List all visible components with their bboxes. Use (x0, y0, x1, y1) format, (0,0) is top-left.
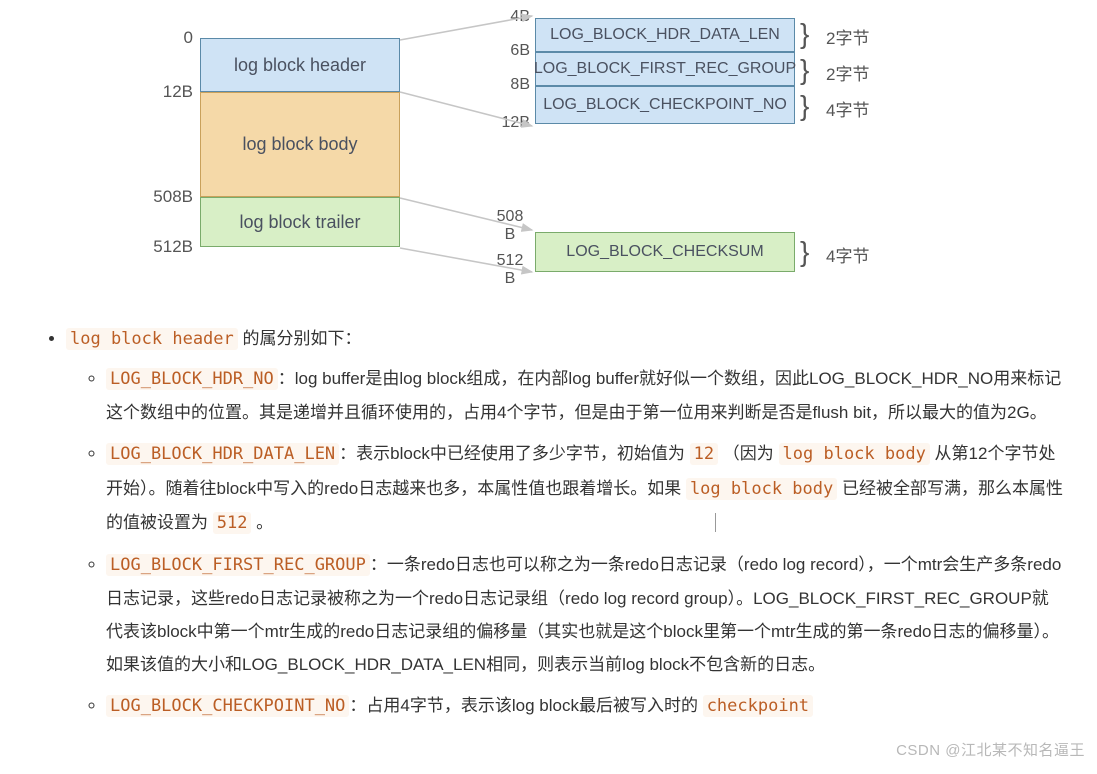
hdr-field-data-len: LOG_BLOCK_HDR_DATA_LEN (535, 18, 795, 52)
text-span: 。 (251, 513, 273, 532)
inline-code: 12 (690, 443, 718, 465)
trl-offset-508b: 508 B (490, 208, 530, 244)
inline-code: checkpoint (703, 695, 813, 717)
trl-size-0: 4字节 (826, 242, 869, 267)
item-code: LOG_BLOCK_HDR_DATA_LEN (106, 443, 339, 465)
brace-icon: } (800, 56, 809, 84)
hdr-size-0: 2字节 (826, 24, 869, 49)
content-body: log block header 的属分别如下： LOG_BLOCK_HDR_N… (46, 322, 1065, 732)
list-item: LOG_BLOCK_FIRST_REC_GROUP：一条redo日志也可以称之为… (106, 548, 1065, 682)
text-span: ：表示block中已经使用了多少字节，初始值为 (339, 444, 689, 463)
left-offset-508b: 508B (133, 187, 193, 207)
watermark-text: CSDN @江北某不知名逼王 (896, 739, 1085, 760)
brace-icon: } (800, 238, 809, 266)
brace-icon: } (800, 20, 809, 48)
sub-list: LOG_BLOCK_HDR_NO：log buffer是由log block组成… (66, 362, 1065, 723)
intro-code: log block header (66, 328, 238, 350)
inline-code: log block body (779, 443, 930, 465)
left-block-body: log block body (200, 92, 400, 197)
left-offset-12b: 12B (133, 82, 193, 102)
hdr-offset-4b: 4B (480, 8, 530, 26)
hdr-offset-6b: 6B (480, 42, 530, 60)
text-span: ：占用4字节，表示该log block最后被写入时的 (349, 696, 702, 715)
text-span: （因为 (718, 444, 778, 463)
trl-offset-512b: 512 B (490, 252, 530, 288)
left-block-header: log block header (200, 38, 400, 92)
left-offset-0: 0 (133, 28, 193, 48)
hdr-size-1: 2字节 (826, 60, 869, 85)
hdr-offset-12b: 12B (480, 114, 530, 132)
text-cursor-caret (715, 513, 716, 532)
hdr-field-first-rec-group: LOG_BLOCK_FIRST_REC_GROUP (535, 52, 795, 86)
trl-field-checksum: LOG_BLOCK_CHECKSUM (535, 232, 795, 272)
item-code: LOG_BLOCK_FIRST_REC_GROUP (106, 554, 370, 576)
left-block-trailer: log block trailer (200, 197, 400, 247)
hdr-field-checkpoint-no: LOG_BLOCK_CHECKPOINT_NO (535, 86, 795, 124)
list-item: LOG_BLOCK_CHECKPOINT_NO：占用4字节，表示该log blo… (106, 689, 1065, 723)
hdr-offset-8b: 8B (480, 76, 530, 94)
list-item: LOG_BLOCK_HDR_NO：log buffer是由log block组成… (106, 362, 1065, 429)
inline-code: log block body (686, 478, 837, 500)
log-block-diagram: 0 12B 508B 512B log block header log blo… (0, 0, 1097, 300)
item-code: LOG_BLOCK_HDR_NO (106, 368, 278, 390)
item-code: LOG_BLOCK_CHECKPOINT_NO (106, 695, 349, 717)
intro-line: log block header 的属分别如下： LOG_BLOCK_HDR_N… (66, 322, 1065, 724)
list-item: LOG_BLOCK_HDR_DATA_LEN：表示block中已经使用了多少字节… (106, 437, 1065, 539)
hdr-size-2: 4字节 (826, 96, 869, 121)
inline-code: 512 (213, 512, 252, 534)
brace-icon: } (800, 92, 809, 120)
left-offset-512b: 512B (133, 237, 193, 257)
intro-rest: 的属分别如下： (238, 329, 362, 348)
